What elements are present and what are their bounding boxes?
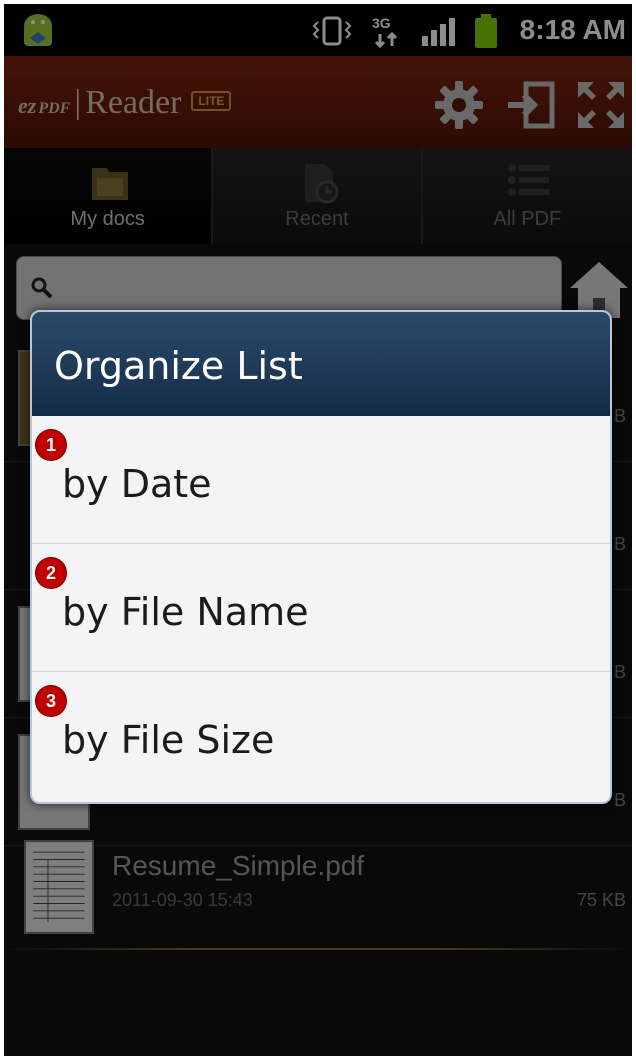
- dialog-title: Organize List: [54, 344, 303, 388]
- dialog-header: Organize List: [32, 312, 610, 416]
- option-label: by Date: [62, 462, 212, 506]
- organize-list-dialog: Organize List 1 by Date 2 by File Name 3…: [30, 310, 612, 804]
- step-badge-3: 3: [36, 686, 66, 716]
- option-label: by File Name: [62, 590, 309, 634]
- step-badge-1: 1: [36, 430, 66, 460]
- step-badge-2: 2: [36, 558, 66, 588]
- sort-by-date-option[interactable]: 1 by Date: [32, 416, 610, 544]
- sort-by-file-name-option[interactable]: 2 by File Name: [32, 544, 610, 672]
- option-label: by File Size: [62, 718, 275, 762]
- sort-by-file-size-option[interactable]: 3 by File Size: [32, 672, 610, 800]
